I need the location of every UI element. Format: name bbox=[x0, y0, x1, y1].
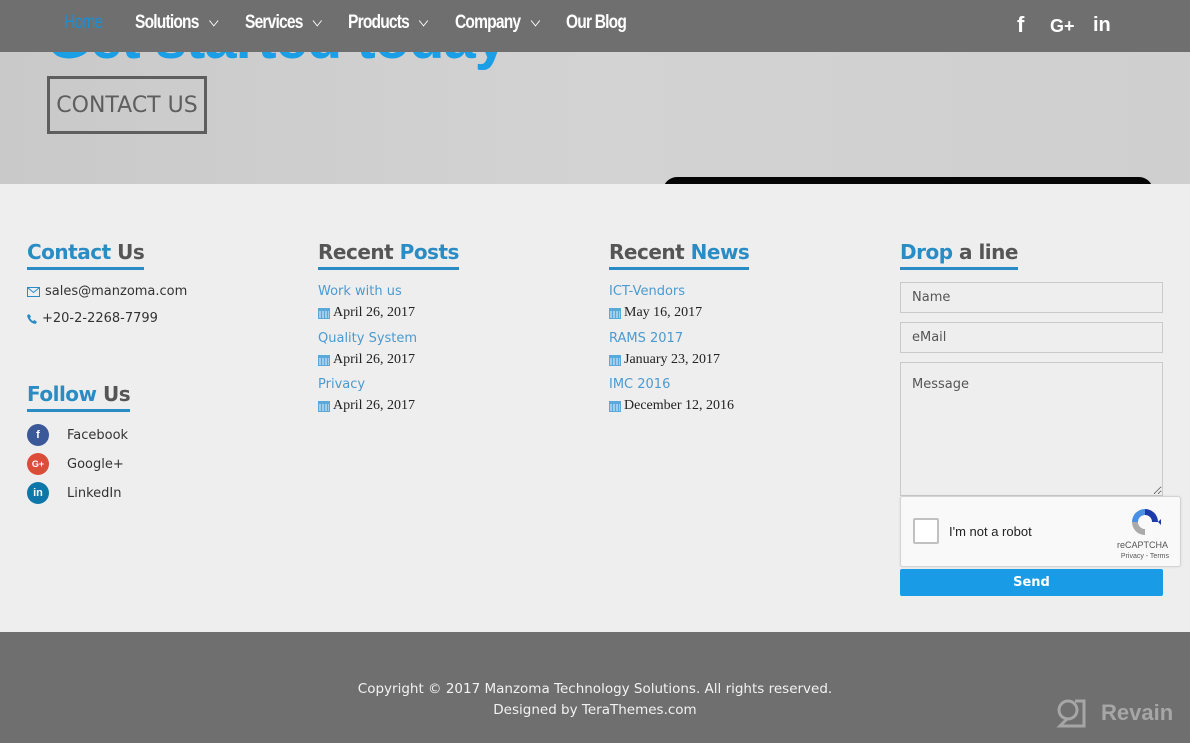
news-link[interactable]: ICT-Vendors bbox=[609, 284, 685, 299]
title-rest: Us bbox=[110, 240, 145, 264]
date-text: April 26, 2017 bbox=[333, 305, 416, 320]
news-date: May 16, 2017 bbox=[609, 305, 702, 321]
chevron-down-icon bbox=[312, 15, 323, 27]
follow-label: Google+ bbox=[67, 456, 124, 472]
calendar-icon bbox=[318, 307, 330, 319]
nav-services[interactable]: Services bbox=[245, 12, 323, 34]
revain-watermark: Revain bbox=[1055, 697, 1173, 729]
google-plus-icon: G+ bbox=[27, 453, 49, 475]
contact-us-button[interactable]: CONTACT US bbox=[47, 76, 207, 134]
post-link[interactable]: Work with us bbox=[318, 284, 402, 299]
nav-label: Products bbox=[348, 12, 410, 33]
news-link[interactable]: IMC 2016 bbox=[609, 377, 670, 392]
date-text: May 16, 2017 bbox=[624, 305, 703, 320]
nav-products[interactable]: Products bbox=[348, 12, 429, 34]
follow-title: Follow Us bbox=[27, 382, 131, 412]
follow-linkedin[interactable]: in LinkedIn bbox=[27, 482, 121, 504]
nav-label: Home bbox=[64, 12, 103, 33]
post-date: April 26, 2017 bbox=[318, 305, 415, 321]
date-text: December 12, 2016 bbox=[624, 398, 735, 413]
phone-icon bbox=[27, 313, 37, 324]
nav-label: Solutions bbox=[135, 12, 199, 33]
recaptcha-terms-link[interactable]: Privacy - Terms bbox=[1121, 553, 1169, 560]
nav-label: Our Blog bbox=[566, 12, 627, 33]
name-input[interactable] bbox=[900, 282, 1163, 313]
calendar-icon bbox=[609, 307, 621, 319]
nav-our-blog[interactable]: Our Blog bbox=[566, 12, 627, 34]
recent-posts-column: Recent Posts Work with us April 26, 2017… bbox=[318, 240, 459, 413]
device-image bbox=[663, 177, 1153, 184]
nav-home[interactable]: Home bbox=[64, 12, 103, 34]
phone-text: +20-2-2268-7799 bbox=[42, 311, 158, 326]
contact-email[interactable]: sales@manzoma.com bbox=[27, 284, 187, 299]
copyright-text: Copyright © 2017 Manzoma Technology Solu… bbox=[357, 681, 833, 697]
envelope-icon bbox=[27, 286, 40, 297]
title-accent: News bbox=[690, 240, 750, 264]
facebook-icon: f bbox=[27, 424, 49, 446]
chevron-down-icon bbox=[530, 15, 540, 27]
email-text: sales@manzoma.com bbox=[45, 284, 188, 299]
send-button[interactable]: Send bbox=[900, 569, 1163, 596]
date-text: April 26, 2017 bbox=[333, 398, 416, 413]
chevron-down-icon bbox=[419, 15, 429, 27]
contact-form-column: Drop a line bbox=[900, 240, 1018, 270]
news-date: January 23, 2017 bbox=[609, 352, 720, 368]
post-link[interactable]: Privacy bbox=[318, 377, 365, 392]
recaptcha-widget: I'm not a robot reCAPTCHA Privacy - Term… bbox=[900, 496, 1181, 567]
form-title: Drop a line bbox=[900, 240, 1018, 270]
title-accent: Drop bbox=[900, 240, 953, 264]
facebook-icon[interactable]: f bbox=[1017, 12, 1024, 38]
recaptcha-checkbox[interactable] bbox=[913, 518, 939, 544]
follow-label: LinkedIn bbox=[67, 485, 122, 501]
news-link[interactable]: RAMS 2017 bbox=[609, 331, 683, 346]
nav-label: Services bbox=[245, 12, 303, 33]
calendar-icon bbox=[318, 400, 330, 412]
post-date: April 26, 2017 bbox=[318, 352, 415, 368]
linkedin-icon[interactable]: in bbox=[1093, 14, 1111, 37]
title-rest: a line bbox=[952, 240, 1018, 264]
contact-title: Contact Us bbox=[27, 240, 145, 270]
calendar-icon bbox=[318, 354, 330, 366]
google-plus-icon[interactable]: G+ bbox=[1050, 16, 1075, 37]
date-text: April 26, 2017 bbox=[333, 352, 416, 367]
nav-company[interactable]: Company bbox=[455, 12, 540, 34]
title-accent: Posts bbox=[399, 240, 460, 264]
follow-column: Follow Us f Facebook G+ Google+ in Linke… bbox=[27, 382, 131, 504]
contact-column: Contact Us sales@manzoma.com +20-2-2268-… bbox=[27, 240, 187, 326]
recaptcha-icon bbox=[1132, 509, 1161, 535]
news-date: December 12, 2016 bbox=[609, 398, 734, 414]
message-textarea[interactable] bbox=[900, 362, 1163, 496]
chevron-down-icon bbox=[208, 15, 219, 27]
email-input[interactable] bbox=[900, 322, 1163, 353]
title-accent: Contact bbox=[27, 240, 111, 264]
follow-facebook[interactable]: f Facebook bbox=[27, 424, 128, 446]
linkedin-icon: in bbox=[27, 482, 49, 504]
designed-by-text: Designed by TeraThemes.com bbox=[493, 702, 697, 718]
date-text: January 23, 2017 bbox=[624, 352, 721, 367]
follow-label: Facebook bbox=[67, 427, 129, 443]
top-navigation: Home Solutions Services Products Company… bbox=[0, 0, 1190, 52]
post-link[interactable]: Quality System bbox=[318, 331, 417, 346]
title-rest: Recent bbox=[609, 240, 691, 264]
calendar-icon bbox=[609, 354, 621, 366]
recent-posts-title: Recent Posts bbox=[318, 240, 459, 270]
recaptcha-brand: reCAPTCHA bbox=[1116, 540, 1168, 550]
recaptcha-label: I'm not a robot bbox=[949, 524, 1032, 539]
recent-news-title: Recent News bbox=[609, 240, 750, 270]
title-rest: Recent bbox=[318, 240, 400, 264]
revain-logo-icon bbox=[1056, 699, 1086, 728]
follow-google-plus[interactable]: G+ Google+ bbox=[27, 453, 124, 475]
revain-text: Revain bbox=[1101, 700, 1174, 725]
nav-label: Company bbox=[455, 12, 521, 33]
calendar-icon bbox=[609, 400, 621, 412]
recent-news-column: Recent News ICT-Vendors May 16, 2017 RAM… bbox=[609, 240, 750, 413]
title-rest: Us bbox=[96, 382, 131, 406]
post-date: April 26, 2017 bbox=[318, 398, 415, 414]
nav-solutions[interactable]: Solutions bbox=[135, 12, 219, 34]
contact-phone: +20-2-2268-7799 bbox=[27, 311, 158, 326]
title-accent: Follow bbox=[27, 382, 97, 406]
